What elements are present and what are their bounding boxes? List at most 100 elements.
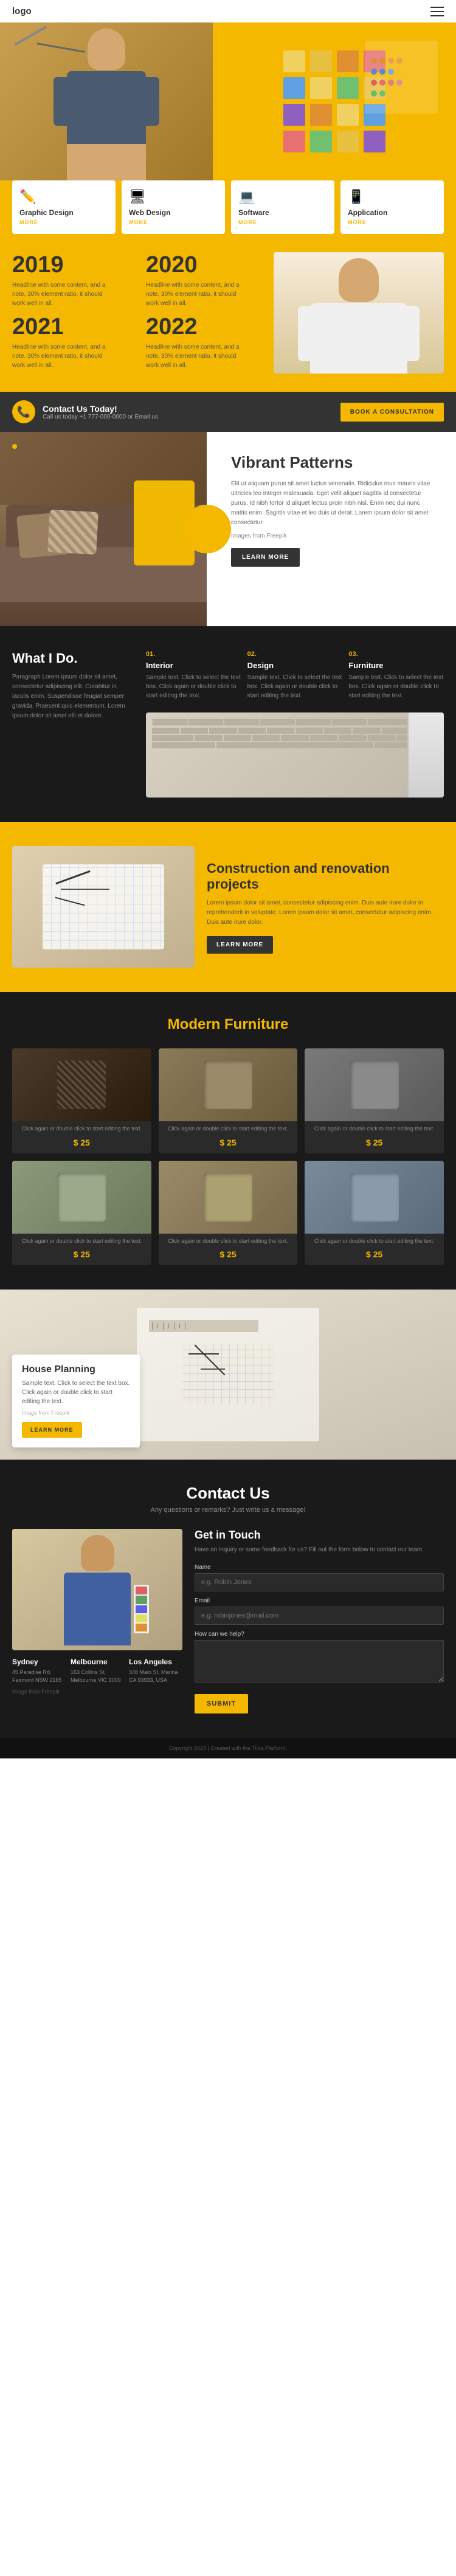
location-melbourne-city: Melbourne	[71, 1658, 124, 1666]
house-card-text: Sample text. Click to select the text bo…	[22, 1379, 130, 1406]
furniture-item-6-text: Click again or double click to start edi…	[305, 1234, 444, 1246]
form-email-input[interactable]	[195, 1607, 444, 1625]
construction-heading: Construction and renovation projects	[207, 861, 444, 892]
navbar: logo	[0, 0, 456, 22]
construction-section: Construction and renovation projects Lor…	[0, 822, 456, 992]
what-item-design-num: 02.	[247, 651, 343, 658]
furniture-item-3[interactable]: Click again or double click to start edi…	[305, 1048, 444, 1153]
furniture-item-4-price: $ 25	[12, 1249, 151, 1259]
year-2022-number: 2022	[146, 314, 274, 340]
form-name-label: Name	[195, 1564, 444, 1571]
location-melbourne: Melbourne 163 Collins St,Melbourne VIC 3…	[71, 1658, 124, 1684]
house-learn-more-button[interactable]: LEARN MORE	[22, 1422, 82, 1438]
furniture-item-5-price: $ 25	[159, 1249, 298, 1259]
vibrant-heading: Vibrant Patterns	[225, 453, 438, 472]
form-email-label: Email	[195, 1597, 444, 1604]
year-2021-number: 2021	[12, 314, 140, 340]
year-2019-text: Headline with some content, and a note. …	[12, 281, 109, 308]
furniture-item-1-price: $ 25	[12, 1138, 151, 1147]
form-name-input[interactable]	[195, 1573, 444, 1591]
footer-text: Copyright 2024 | Created with the Tilda …	[12, 1745, 444, 1751]
furniture-item-6[interactable]: Click again or double click to start edi…	[305, 1161, 444, 1266]
construction-content: Construction and renovation projects Lor…	[207, 861, 444, 954]
vibrant-section: Vibrant Patterns Elit ut aliquam purus s…	[0, 432, 456, 626]
contact-bar: 📞 Contact Us Today! Call us today +1 777…	[0, 392, 456, 432]
card-application-more[interactable]: MORE	[348, 219, 437, 225]
contact-bar-subtitle: Call us today +1 777-000-0000 or Email u…	[43, 414, 158, 420]
application-icon: 📱	[348, 189, 437, 205]
phone-icon-circle: 📞	[12, 400, 35, 423]
furniture-item-2-price: $ 25	[159, 1138, 298, 1147]
construction-text: Lorem ipsum dolor sit amet, consectetur …	[207, 898, 444, 928]
vibrant-image	[0, 432, 207, 626]
furniture-item-1[interactable]: Click again or double click to start edi…	[12, 1048, 151, 1153]
keyboard-image	[146, 712, 444, 798]
furniture-item-1-text: Click again or double click to start edi…	[12, 1121, 151, 1134]
furniture-item-4[interactable]: Click again or double click to start edi…	[12, 1161, 151, 1266]
furniture-item-2[interactable]: Click again or double click to start edi…	[159, 1048, 298, 1153]
house-section: House Planning Sample text. Click to sel…	[0, 1290, 456, 1460]
card-web-design-more[interactable]: MORE	[129, 219, 218, 225]
what-i-do-description: Paragraph Lorem ipsum dolor sit amet, co…	[12, 672, 134, 721]
year-2022-text: Headline with some content, and a note. …	[146, 343, 243, 370]
location-sydney: Sydney 45 Paradise Rd,Fairmont NSW 2165	[12, 1658, 66, 1684]
card-graphic-design[interactable]: ✏️ Graphic Design MORE	[12, 180, 116, 234]
furniture-img-1	[12, 1048, 151, 1121]
what-right-panel: 01. Interior Sample text. Click to selec…	[146, 651, 444, 798]
what-item-interior-text: Sample text. Click to select the text bo…	[146, 673, 241, 700]
furniture-heading: Modern Furniture	[12, 1016, 444, 1033]
form-description: Have an inquiry or some feedback for us?…	[195, 1545, 444, 1554]
cards-section: ✏️ Graphic Design MORE 🖥 Web Design MORE…	[0, 180, 456, 246]
contact-bar-title: Contact Us Today!	[43, 404, 158, 414]
location-sydney-city: Sydney	[12, 1658, 66, 1666]
contact-photo	[12, 1529, 182, 1650]
construction-learn-more-button[interactable]: LEARN MORE	[207, 936, 273, 954]
hamburger-menu[interactable]	[430, 7, 444, 16]
book-consultation-button[interactable]: BOOK A CONSULTATION	[340, 403, 444, 422]
card-graphic-design-title: Graphic Design	[19, 208, 108, 217]
card-web-design[interactable]: 🖥 Web Design MORE	[122, 180, 225, 234]
what-item-design: 02. Design Sample text. Click to select …	[247, 651, 343, 700]
years-woman-image	[274, 252, 444, 374]
vibrant-circle-decoration	[182, 505, 231, 553]
house-card: House Planning Sample text. Click to sel…	[12, 1355, 140, 1447]
what-item-furniture-text: Sample text. Click to select the text bo…	[348, 673, 444, 700]
contact-image-credit: Image from Freepik	[12, 1689, 182, 1695]
form-submit-button[interactable]: SUBMIT	[195, 1694, 248, 1713]
contact-us-section: Contact Us Any questions or remarks? Jus…	[0, 1460, 456, 1738]
card-application[interactable]: 📱 Application MORE	[340, 180, 444, 234]
year-2021: 2021 Headline with some content, and a n…	[12, 314, 140, 370]
contact-image-panel: Sydney 45 Paradise Rd,Fairmont NSW 2165 …	[12, 1529, 182, 1713]
form-help-group: How can we help?	[195, 1631, 444, 1686]
card-graphic-design-more[interactable]: MORE	[19, 219, 108, 225]
year-2021-text: Headline with some content, and a note. …	[12, 343, 109, 370]
card-software-title: Software	[238, 208, 327, 217]
vibrant-learn-more-button[interactable]: LEARN MORE	[231, 548, 300, 567]
form-help-textarea[interactable]	[195, 1640, 444, 1683]
contact-us-heading: Contact Us	[12, 1484, 444, 1503]
furniture-item-6-price: $ 25	[305, 1249, 444, 1259]
menu-line-1	[430, 7, 444, 8]
furniture-item-5-text: Click again or double click to start edi…	[159, 1234, 298, 1246]
software-icon: 💻	[238, 189, 327, 205]
location-la-city: Los Angeles	[129, 1658, 182, 1666]
what-left-panel: What I Do. Paragraph Lorem ipsum dolor s…	[12, 651, 134, 798]
furniture-item-2-text: Click again or double click to start edi…	[159, 1121, 298, 1134]
card-software[interactable]: 💻 Software MORE	[231, 180, 334, 234]
furniture-grid: Click again or double click to start edi…	[12, 1048, 444, 1265]
location-melbourne-addr: 163 Collins St,Melbourne VIC 3000	[71, 1669, 124, 1684]
year-2022: 2022 Headline with some content, and a n…	[146, 314, 274, 370]
what-item-interior: 01. Interior Sample text. Click to selec…	[146, 651, 241, 700]
what-item-design-title: Design	[247, 661, 343, 670]
card-web-design-title: Web Design	[129, 208, 218, 217]
hero-left-image	[0, 22, 213, 180]
card-software-more[interactable]: MORE	[238, 219, 327, 225]
what-item-furniture-num: 03.	[348, 651, 444, 658]
what-item-furniture-title: Furniture	[348, 661, 444, 670]
form-help-label: How can we help?	[195, 1631, 444, 1638]
menu-line-2	[430, 11, 444, 12]
contact-us-subtitle: Any questions or remarks? Just write us …	[12, 1506, 444, 1514]
year-2019: 2019 Headline with some content, and a n…	[12, 252, 140, 308]
furniture-item-5[interactable]: Click again or double click to start edi…	[159, 1161, 298, 1266]
vibrant-content: Vibrant Patterns Elit ut aliquam purus s…	[207, 432, 456, 626]
